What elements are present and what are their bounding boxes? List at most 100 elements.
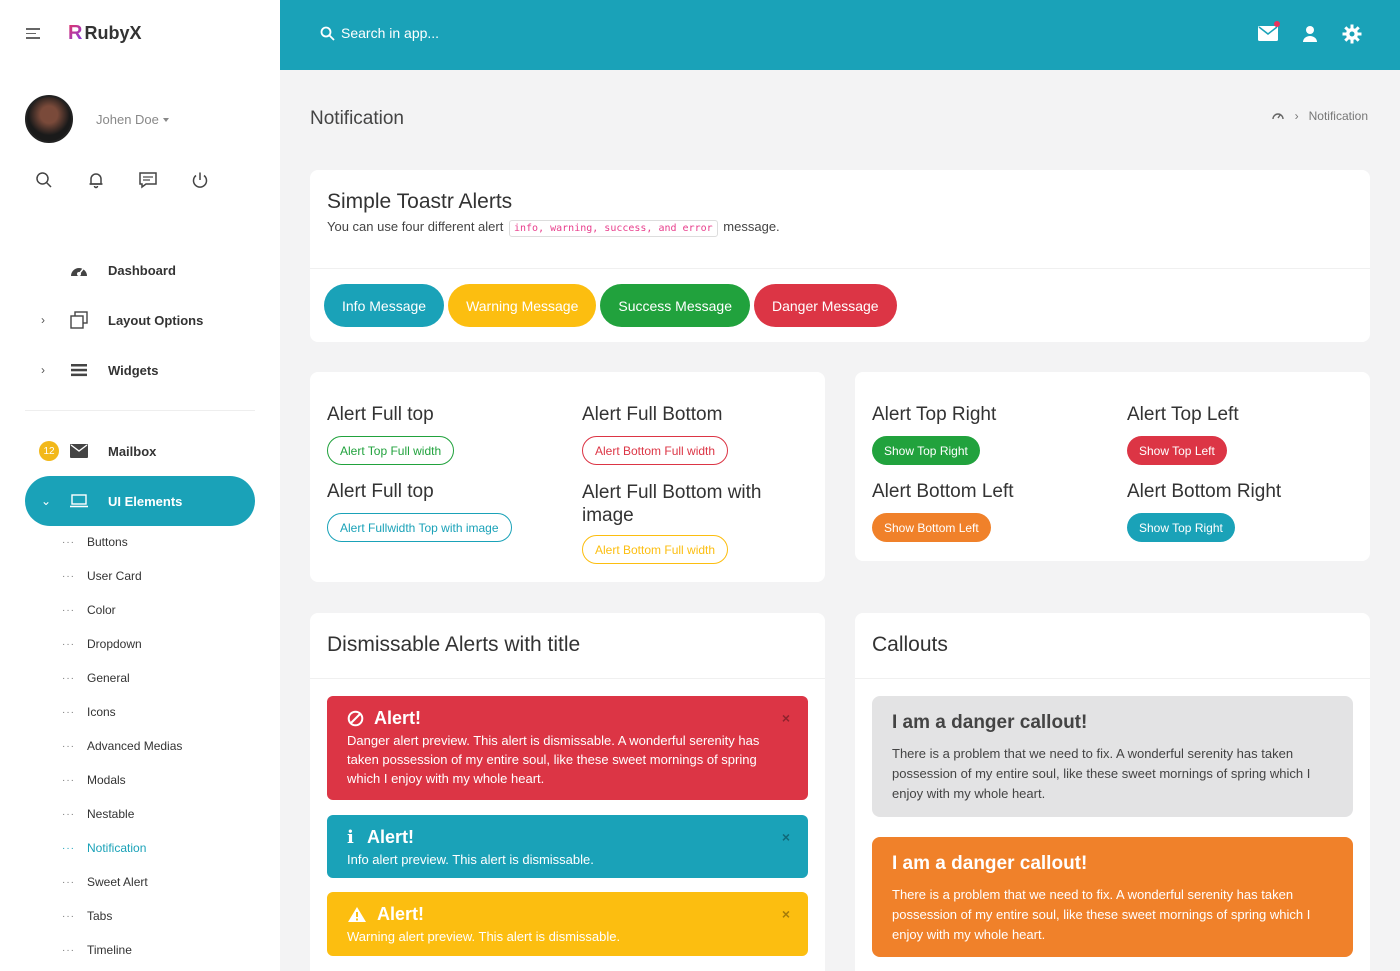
submenu-item-color[interactable]: ··· Color (62, 593, 182, 627)
desc-code: info, warning, success, and error (508, 220, 718, 237)
warning-alert: Alert! Warning alert preview. This alert… (327, 892, 808, 956)
submenu-item-modals[interactable]: ··· Modals (62, 763, 182, 797)
alert-top-full-width-button[interactable]: Alert Top Full width (327, 436, 455, 465)
submenu-item-buttons[interactable]: ··· Buttons (62, 525, 182, 559)
bullet-icon: ··· (62, 638, 75, 650)
breadcrumb: › Notification (1271, 109, 1368, 123)
dismissable-alerts-card: Dismissable Alerts with title Alert! Dan… (310, 613, 825, 971)
chevron-right-icon: › (41, 363, 45, 377)
bullet-icon: ··· (62, 570, 75, 582)
sidebar-item-mailbox[interactable]: 12 Mailbox (25, 426, 255, 476)
alert-title-text: Alert! (367, 827, 415, 847)
submenu-item-general[interactable]: ··· General (62, 661, 182, 695)
search-bar[interactable]: Search in app... (320, 25, 439, 41)
orange-callout: I am a danger callout! There is a proble… (872, 837, 1353, 957)
alert-text: Warning alert preview. This alert is dis… (347, 929, 621, 944)
user-menu[interactable]: Johen Doe (96, 112, 169, 127)
alert-bottom-full-width-image-button[interactable]: Alert Bottom Full width (582, 535, 729, 564)
menu-toggle-icon[interactable] (26, 28, 40, 39)
full-alerts-card: Alert Full top Alert Top Full width Aler… (310, 372, 825, 582)
submenu-item-nestable[interactable]: ··· Nestable (62, 797, 182, 831)
close-icon[interactable]: × (782, 906, 790, 922)
alert-bottom-full-width-button[interactable]: Alert Bottom Full width (582, 436, 729, 465)
submenu-item-notification[interactable]: ··· Notification (62, 831, 182, 865)
dashboard-icon (69, 262, 89, 278)
submenu-label: Dropdown (87, 637, 142, 651)
section-title: Alert Top Left (1127, 404, 1239, 425)
submenu-label: General (87, 671, 130, 685)
bullet-icon: ··· (62, 774, 75, 786)
desc-text: message. (723, 219, 780, 234)
header-actions (1258, 21, 1362, 44)
alert-fullwidth-top-image-button[interactable]: Alert Fullwidth Top with image (327, 513, 512, 542)
submenu-item-user-card[interactable]: ··· User Card (62, 559, 182, 593)
submenu-label: Timeline (87, 943, 132, 957)
submenu-item-advanced-medias[interactable]: ··· Advanced Medias (62, 729, 182, 763)
caret-down-icon (162, 118, 169, 123)
search-icon[interactable] (34, 170, 54, 190)
close-icon[interactable]: × (782, 829, 790, 845)
sidebar: R RubyX Johen Doe Dashboard › Layout Opt… (0, 0, 280, 971)
callout-title: I am a danger callout! (892, 853, 1088, 874)
alert-title-text: Alert! (377, 904, 425, 924)
bell-icon[interactable] (86, 170, 106, 190)
gear-icon[interactable] (1342, 24, 1362, 44)
sidebar-item-widgets[interactable]: › Widgets (25, 345, 255, 395)
chat-icon[interactable] (138, 170, 158, 190)
toastr-card: Simple Toastr Alerts You can use four di… (310, 170, 1370, 342)
chevron-right-icon: › (41, 313, 45, 327)
submenu-item-timeline[interactable]: ··· Timeline (62, 933, 182, 967)
sidebar-item-dashboard[interactable]: Dashboard (25, 245, 255, 295)
sidebar-nav: Dashboard › Layout Options › Widgets 12 … (25, 245, 255, 526)
sidebar-item-label: UI Elements (108, 493, 183, 509)
alert-title: i Alert! (347, 827, 788, 848)
sidebar-item-label: Layout Options (108, 312, 204, 328)
info-message-button[interactable]: Info Message (324, 284, 445, 327)
ui-elements-submenu: ··· Buttons ··· User Card ··· Color ··· Drop… (62, 525, 182, 967)
close-icon[interactable]: × (782, 710, 790, 726)
sidebar-item-ui-elements[interactable]: ⌄ UI Elements (25, 476, 255, 526)
power-icon[interactable] (190, 170, 210, 190)
layout-icon (69, 311, 89, 329)
show-top-right-button[interactable]: Show Top Right (872, 436, 980, 465)
sidebar-item-label: Dashboard (108, 262, 176, 278)
section-title: Alert Full Bottom (582, 404, 723, 425)
show-bottom-right-button[interactable]: Show Top Right (1127, 513, 1235, 542)
logo-icon: R (68, 22, 83, 44)
sidebar-item-layout-options[interactable]: › Layout Options (25, 295, 255, 345)
bullet-icon: ··· (62, 944, 75, 956)
mail-count-badge: 12 (39, 441, 59, 461)
callout-title: I am a danger callout! (892, 712, 1088, 733)
submenu-label: Notification (87, 841, 147, 855)
search-input[interactable]: Search in app... (341, 25, 439, 41)
submenu-label: Nestable (87, 807, 135, 821)
divider (310, 268, 1370, 269)
success-message-button[interactable]: Success Message (600, 284, 750, 327)
alert-title-text: Alert! (374, 708, 422, 728)
alert-title: Alert! (347, 904, 788, 925)
submenu-label: User Card (87, 569, 142, 583)
show-bottom-left-button[interactable]: Show Bottom Left (872, 513, 991, 542)
warning-message-button[interactable]: Warning Message (448, 284, 597, 327)
user-icon[interactable] (1300, 24, 1320, 44)
submenu-item-dropdown[interactable]: ··· Dropdown (62, 627, 182, 661)
toastr-buttons: Info Message Warning Message Success Mes… (324, 284, 897, 327)
avatar[interactable] (25, 95, 73, 143)
mail-icon[interactable] (1258, 21, 1280, 44)
callout-text: There is a problem that we need to fix. … (892, 746, 1311, 801)
bullet-icon: ··· (62, 808, 75, 820)
card-title: Callouts (872, 633, 948, 656)
quick-actions (34, 170, 210, 190)
bullet-icon: ··· (62, 876, 75, 888)
submenu-label: Advanced Medias (87, 739, 183, 753)
card-description: You can use four different alert info, w… (327, 219, 780, 237)
danger-message-button[interactable]: Danger Message (753, 284, 897, 327)
submenu-item-tabs[interactable]: ··· Tabs (62, 899, 182, 933)
show-top-left-button[interactable]: Show Top Left (1127, 436, 1227, 465)
home-icon[interactable] (1271, 109, 1285, 123)
submenu-item-icons[interactable]: ··· Icons (62, 695, 182, 729)
user-name: Johen Doe (96, 111, 159, 127)
submenu-item-sweet-alert[interactable]: ··· Sweet Alert (62, 865, 182, 899)
user-profile: Johen Doe (25, 95, 169, 143)
submenu-label: Sweet Alert (87, 875, 148, 889)
